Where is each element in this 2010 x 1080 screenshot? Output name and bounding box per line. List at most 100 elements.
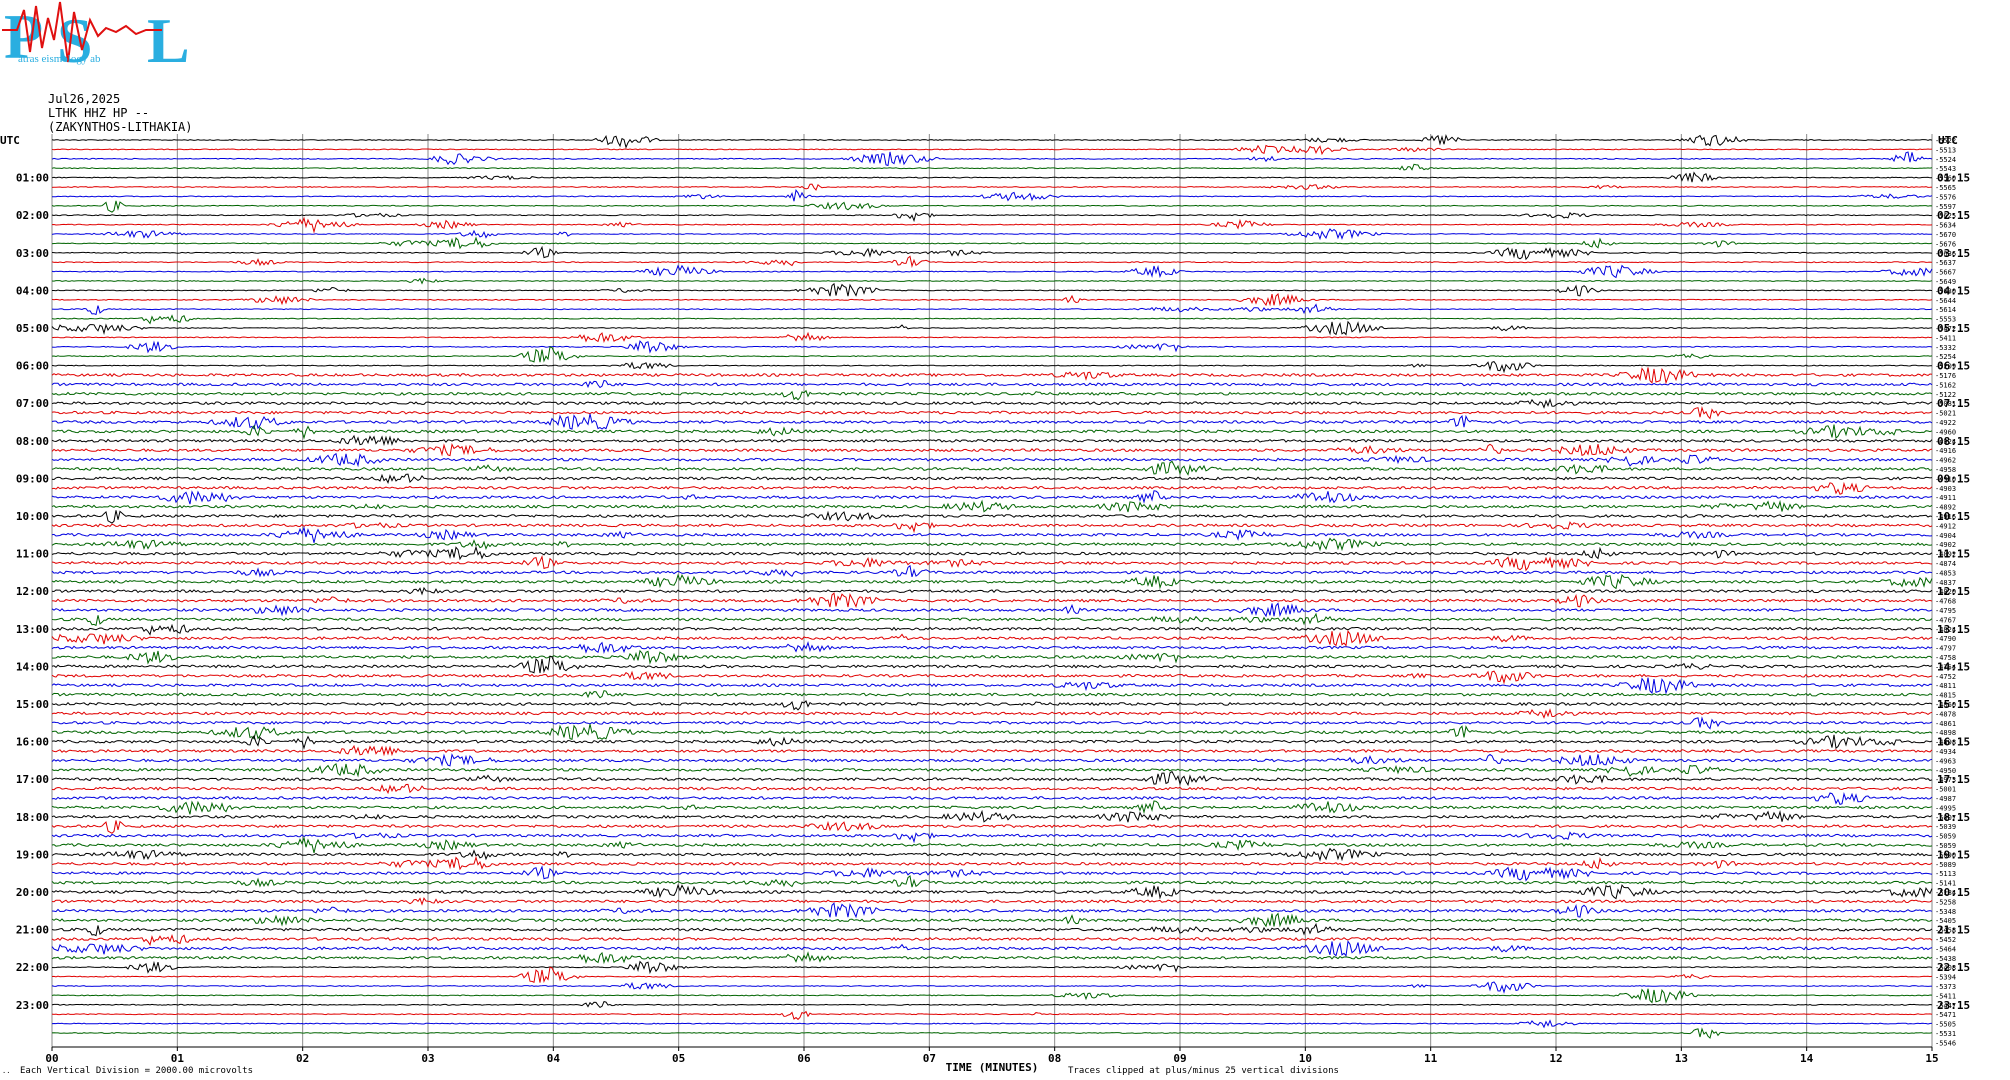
trace-offset-label: -4958: [1935, 466, 1956, 474]
seismic-trace: [51, 723, 1933, 740]
seismic-trace: [51, 640, 1933, 655]
seismic-trace: [51, 820, 1933, 834]
trace-offset-label: -4995: [1935, 804, 1956, 812]
x-tick-label: 11: [1424, 1052, 1438, 1065]
seismic-trace: [51, 228, 1932, 241]
trace-offset-label: -5472: [1935, 325, 1956, 333]
hour-label-left: 21:00: [16, 924, 49, 937]
seismic-trace: [52, 189, 1933, 202]
hour-label-left: 17:00: [16, 773, 49, 786]
x-tick-label: 05: [672, 1052, 685, 1065]
trace-offset-label: -5258: [1935, 898, 1956, 906]
trace-offset-label: -5553: [1935, 316, 1956, 324]
trace-offset-label: -4853: [1935, 569, 1956, 577]
trace-offset-label: -4874: [1935, 560, 1956, 568]
trace-offset-label: -5458: [1935, 927, 1956, 935]
trace-offset-label: -5560: [1935, 175, 1956, 183]
seismic-trace: [51, 699, 1933, 711]
seismic-trace: [51, 847, 1933, 862]
seismic-trace: [51, 389, 1933, 401]
trace-offset-label: -5113: [1935, 870, 1956, 878]
x-tick-label: 10: [1299, 1052, 1312, 1065]
trace-offset-label: -5447: [1935, 1002, 1956, 1010]
trace-offset-label: -5039: [1935, 823, 1956, 831]
trace-offset-label: -5411: [1935, 334, 1956, 342]
seismic-trace: [51, 988, 1933, 1004]
helicorder-plot: UTC UTC01:0002:0003:0004:0005:0006:0007:0…: [0, 133, 1970, 1074]
seismic-trace: [51, 734, 1933, 750]
x-tick-label: 15: [1925, 1052, 1938, 1065]
trace-offset-label: -5531: [1935, 1030, 1956, 1038]
seismic-trace: [51, 216, 1933, 234]
seismic-trace: [51, 510, 1933, 524]
trace-offset-label: -5122: [1935, 391, 1956, 399]
seismic-trace: [51, 171, 1932, 183]
x-tick-label: 03: [421, 1052, 434, 1065]
seismic-trace: [51, 481, 1933, 495]
trace-offset-label: -5464: [1935, 945, 1956, 953]
seismic-trace: [51, 586, 1933, 596]
trace-offset-label: -5670: [1935, 231, 1956, 239]
seismic-trace: [51, 490, 1933, 505]
trace-offset-label: -4837: [1935, 579, 1956, 587]
seismic-trace: [51, 537, 1933, 552]
trace-offset-label: -4898: [1935, 729, 1956, 737]
trace-offset-label: -5513: [1935, 146, 1956, 154]
trace-offset-label: -5522: [1935, 137, 1956, 145]
trace-offset-label: -5452: [1935, 936, 1956, 944]
seismic-trace: [51, 912, 1933, 928]
seismic-trace: [51, 245, 1933, 261]
corner-mark: ..: [2, 1067, 11, 1075]
seismic-trace: [51, 442, 1933, 457]
seismic-trace: [51, 690, 1933, 699]
hour-label-left: 05:00: [16, 322, 49, 335]
hour-label-left: 07:00: [16, 397, 49, 410]
trace-offset-label: -4910: [1935, 475, 1956, 483]
hour-label-left: 18:00: [16, 811, 49, 824]
seismic-trace: [51, 545, 1933, 561]
trace-offset-label: -5637: [1935, 259, 1956, 267]
trace-offset-label: -5184: [1935, 889, 1956, 897]
seismic-trace: [51, 314, 1933, 325]
trace-offset-label: -5636: [1935, 250, 1956, 258]
hour-label-left: 08:00: [16, 435, 49, 448]
seismic-trace: [51, 783, 1933, 795]
trace-offset-label: -4904: [1935, 532, 1956, 540]
seismic-trace: [51, 933, 1933, 946]
trace-offset-label: -5089: [1935, 861, 1956, 869]
seismic-trace: [51, 554, 1933, 572]
left-axis-title: UTC: [0, 134, 20, 147]
trace-offset-label: -4768: [1935, 598, 1956, 606]
seismic-trace: [51, 902, 1933, 919]
division-note: Each Vertical Division = 2000.00 microvo…: [20, 1066, 253, 1076]
hour-label-left: 06:00: [16, 360, 49, 373]
trace-offset-label: -5644: [1935, 297, 1956, 305]
seismic-trace: [51, 460, 1933, 476]
trace-offset-label: -4911: [1935, 494, 1956, 502]
trace-offset-label: -4758: [1935, 654, 1956, 662]
hour-label-left: 02:00: [16, 209, 49, 222]
seismic-trace: [51, 922, 1933, 937]
trace-offset-label: -4820: [1935, 588, 1956, 596]
seismic-trace: [51, 792, 1933, 806]
hour-label-left: 16:00: [16, 736, 49, 749]
hour-label-left: 14:00: [16, 660, 49, 673]
seismic-trace: [51, 960, 1933, 975]
trace-offset-label: -5059: [1935, 842, 1956, 850]
seismic-trace: [51, 897, 1933, 906]
trace-offset-label: -4878: [1935, 710, 1956, 718]
trace-offset-label: -5176: [1935, 372, 1956, 380]
hour-label-left: 11:00: [16, 548, 49, 561]
hour-label-left: 01:00: [16, 172, 49, 185]
trace-offset-label: -5021: [1935, 410, 1956, 418]
trace-offset-label: -4934: [1935, 748, 1956, 756]
trace-offset-label: -4811: [1935, 682, 1956, 690]
hour-label-left: 20:00: [16, 886, 49, 899]
seismic-trace: [51, 424, 1933, 440]
trace-offset-label: -4767: [1935, 616, 1956, 624]
seismic-trace: [51, 744, 1933, 757]
trace-offset-label: -4963: [1935, 757, 1956, 765]
trace-offset-label: -5332: [1935, 344, 1956, 352]
seismic-trace: [51, 277, 1933, 285]
trace-offset-label: -4950: [1935, 767, 1956, 775]
